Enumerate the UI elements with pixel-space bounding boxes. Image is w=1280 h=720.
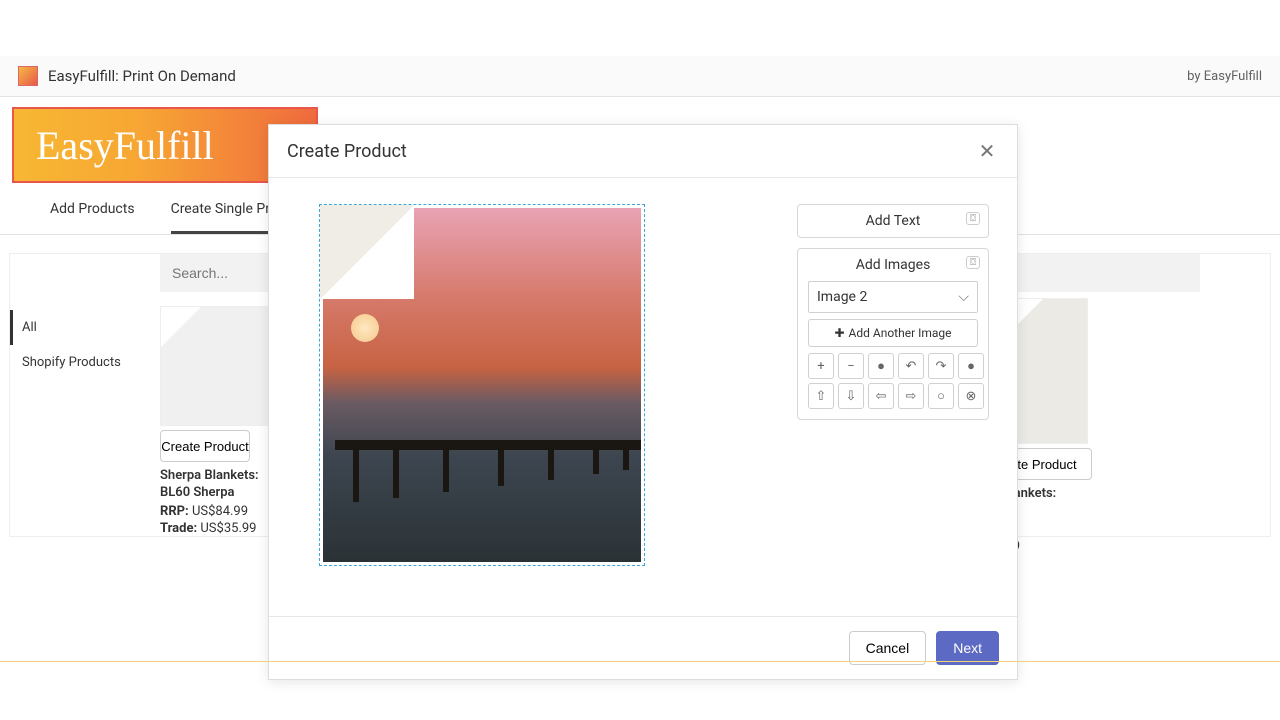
create-product-button[interactable]: Create Product [160, 430, 250, 462]
camera-icon: ⌼ [966, 212, 980, 225]
app-icon [18, 66, 38, 86]
brand-logo-text: EasyFulfill [36, 122, 214, 169]
modal-title: Create Product [287, 141, 407, 162]
rotate-right-icon[interactable]: ↷ [928, 353, 954, 379]
create-product-modal: Create Product ✕ Add Text ⌼ Add Images ⌼ [268, 124, 1018, 680]
move-right-icon[interactable]: ⇨ [898, 383, 924, 409]
move-left-icon[interactable]: ⇦ [868, 383, 894, 409]
circle-outline-icon[interactable]: ○ [928, 383, 954, 409]
plus-icon: ✚ [834, 326, 844, 340]
app-title: EasyFulfill: Print On Demand [48, 67, 236, 85]
close-icon[interactable]: ✕ [975, 139, 999, 163]
move-down-icon[interactable]: ⇩ [838, 383, 864, 409]
product-trade: Trade: US$35.99 [160, 521, 280, 536]
next-button[interactable]: Next [936, 631, 999, 665]
product-rrp: RRP: US$84.99 [160, 504, 280, 519]
delete-icon[interactable]: ⊗ [958, 383, 984, 409]
circle-icon[interactable]: ● [868, 353, 894, 379]
rotate-left-icon[interactable]: ↶ [898, 353, 924, 379]
add-another-image-button[interactable]: ✚ Add Another Image [808, 319, 978, 347]
product-name: Sherpa Blankets: BL60 Sherpa [160, 468, 280, 502]
sidebar-item-shopify[interactable]: Shopify Products [10, 345, 160, 380]
camera-icon: ⌼ [966, 256, 980, 269]
cancel-button[interactable]: Cancel [849, 631, 927, 665]
move-up-icon[interactable]: ⇧ [808, 383, 834, 409]
image-select[interactable]: Image 2 ⌵ [808, 281, 978, 313]
sidebar-item-all[interactable]: All [10, 310, 160, 345]
product-thumbnail[interactable] [160, 306, 280, 426]
app-by-label: by EasyFulfill [1187, 69, 1262, 84]
circle-fill-icon[interactable]: ● [958, 353, 984, 379]
chevron-down-icon: ⌵ [958, 289, 969, 305]
zoom-in-icon[interactable]: + [808, 353, 834, 379]
zoom-out-icon[interactable]: − [838, 353, 864, 379]
design-canvas[interactable] [319, 204, 645, 566]
add-text-button[interactable]: Add Text ⌼ [797, 204, 989, 238]
add-images-label: Add Images [808, 257, 978, 273]
tab-add-products[interactable]: Add Products [50, 187, 135, 234]
